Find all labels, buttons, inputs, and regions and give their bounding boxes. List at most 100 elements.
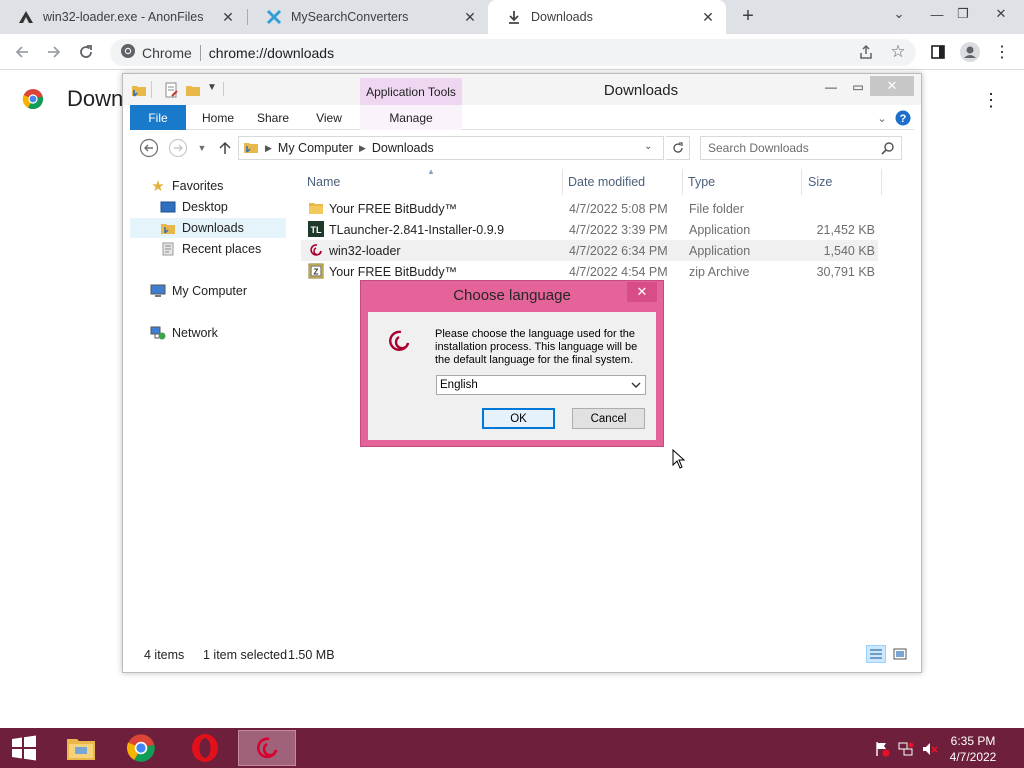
share-icon[interactable] <box>856 42 876 62</box>
status-selected: 1 item selected <box>203 648 288 662</box>
network-tray-icon[interactable] <box>898 741 914 757</box>
side-panel-icon[interactable] <box>928 42 948 62</box>
file-row[interactable]: Z Your FREE BitBuddy™ 4/7/2022 4:54 PM z… <box>301 261 878 282</box>
tab-downloads[interactable]: Downloads ✕ <box>488 0 726 34</box>
folder-icon <box>243 139 259 158</box>
omnibox-divider <box>199 44 201 61</box>
chevron-right-icon[interactable]: ▶ <box>359 143 366 154</box>
start-button[interactable] <box>0 730 48 766</box>
restore-button[interactable]: ❐ <box>948 0 978 28</box>
large-icons-view-icon[interactable] <box>890 645 910 663</box>
nav-desktop[interactable]: Desktop <box>160 197 286 217</box>
nav-downloads[interactable]: Downloads <box>130 218 286 238</box>
close-icon[interactable]: ✕ <box>700 9 716 25</box>
breadcrumb[interactable]: ▶ My Computer ▶ Downloads <box>238 136 664 160</box>
file-type: File folder <box>689 202 744 216</box>
column-divider <box>801 169 802 195</box>
volume-muted-icon[interactable] <box>922 741 938 757</box>
help-icon[interactable]: ? <box>895 110 911 126</box>
file-type: Application <box>689 244 751 258</box>
recent-locations-icon[interactable]: ▼ <box>191 137 213 159</box>
dialog-body: Please choose the language used for the … <box>368 312 656 440</box>
file-name: Your FREE BitBuddy™ <box>329 202 458 216</box>
file-row-selected[interactable]: win32-loader 4/7/2022 6:34 PM Applicatio… <box>301 240 878 261</box>
tab-view[interactable]: View <box>310 105 348 130</box>
downloads-menu-icon[interactable]: ⋮ <box>982 90 1000 110</box>
clock-time: 6:35 PM <box>950 734 996 748</box>
file-size: 1,540 KB <box>823 244 875 258</box>
opera-taskbar-icon[interactable] <box>176 730 234 766</box>
address-dropdown-icon[interactable]: ⌄ <box>644 141 652 152</box>
tab-home[interactable]: Home <box>196 105 240 130</box>
file-size: 21,452 KB <box>816 223 875 237</box>
forward-button[interactable] <box>42 40 66 64</box>
file-name: Your FREE BitBuddy™ <box>329 265 458 279</box>
new-tab-button[interactable]: + <box>737 5 759 27</box>
bookmark-star-icon[interactable]: ☆ <box>888 42 908 62</box>
search-input[interactable]: Search Downloads <box>700 136 902 160</box>
refresh-icon[interactable] <box>666 136 690 160</box>
chevron-right-icon[interactable]: ▶ <box>265 143 272 154</box>
file-date: 4/7/2022 4:54 PM <box>569 265 668 279</box>
nav-my-computer[interactable]: My Computer <box>150 281 286 301</box>
nav-favorites[interactable]: ★ Favorites <box>150 176 280 196</box>
action-center-flag-icon[interactable] <box>874 741 890 757</box>
tab-anonfiles[interactable]: win32-loader.exe - AnonFiles ✕ <box>0 0 246 34</box>
system-clock[interactable]: 6:35 PM 4/7/2022 <box>940 733 1006 765</box>
back-button[interactable] <box>138 137 160 159</box>
nav-recent-places[interactable]: Recent places <box>160 239 286 259</box>
breadcrumb-my-computer[interactable]: My Computer <box>278 141 353 155</box>
cancel-button[interactable]: Cancel <box>572 408 645 429</box>
file-name: win32-loader <box>329 244 401 258</box>
close-icon[interactable]: ✕ <box>220 9 236 25</box>
nav-network[interactable]: Network <box>150 323 286 343</box>
file-row[interactable]: Your FREE BitBuddy™ 4/7/2022 5:08 PM Fil… <box>301 198 878 219</box>
file-size: 30,791 KB <box>816 265 875 279</box>
language-select[interactable]: English <box>436 375 646 395</box>
recent-places-icon <box>160 241 176 257</box>
tab-manage[interactable]: Manage <box>360 105 462 130</box>
ok-button[interactable]: OK <box>482 408 555 429</box>
close-window-button[interactable]: ✕ <box>870 76 914 96</box>
details-view-icon[interactable] <box>866 645 886 663</box>
window-title: Downloads <box>603 82 679 99</box>
up-arrow-icon[interactable] <box>214 137 236 159</box>
chrome-taskbar-icon[interactable] <box>112 730 170 766</box>
anonfiles-icon <box>18 9 34 25</box>
tab-mysearchconverters[interactable]: MySearchConverters ✕ <box>248 0 488 34</box>
taskbar: 6:35 PM 4/7/2022 <box>0 728 1024 768</box>
column-name[interactable]: Name <box>307 169 557 195</box>
desktop-icon <box>160 199 176 215</box>
forward-button[interactable] <box>167 137 189 159</box>
chrome-menu-icon[interactable]: ⋮ <box>992 42 1012 62</box>
chevron-down-icon <box>631 380 641 393</box>
star-icon: ★ <box>151 178 165 195</box>
maximize-button[interactable]: ▭ <box>850 78 866 96</box>
tab-search-icon[interactable]: ⌄ <box>884 0 914 28</box>
ribbon-collapse-icon[interactable]: ⌄ <box>874 110 890 126</box>
minimize-button[interactable]: — <box>823 78 839 96</box>
dialog-close-button[interactable]: ✕ <box>627 282 657 302</box>
nav-label: My Computer <box>172 284 248 298</box>
tab-share[interactable]: Share <box>252 105 294 130</box>
column-date-modified[interactable]: Date modified <box>568 169 678 195</box>
tab-file[interactable]: File <box>130 105 186 130</box>
breadcrumb-downloads[interactable]: Downloads <box>372 141 434 155</box>
debian-installer-taskbar-icon[interactable] <box>238 730 296 766</box>
reload-button[interactable] <box>74 40 98 64</box>
column-type[interactable]: Type <box>688 169 798 195</box>
column-size[interactable]: Size <box>808 169 878 195</box>
file-type: Application <box>689 223 751 237</box>
address-bar[interactable]: Chrome chrome://downloads <box>110 39 916 66</box>
nav-label: Favorites <box>172 179 224 193</box>
status-bar: 4 items 1 item selected 1.50 MB <box>130 644 914 666</box>
close-icon[interactable]: ✕ <box>462 9 478 25</box>
profile-avatar[interactable] <box>960 42 980 62</box>
back-button[interactable] <box>10 40 34 64</box>
explorer-titlebar: ▼ Application Tools Downloads — ▭ ✕ <box>123 74 921 105</box>
close-window-button[interactable]: ✕ <box>986 0 1016 28</box>
file-row[interactable]: TL TLauncher-2.841-Installer-0.9.9 4/7/2… <box>301 219 878 240</box>
file-explorer-taskbar-icon[interactable] <box>52 730 110 766</box>
omnibox-url: chrome://downloads <box>208 44 335 61</box>
clock-date: 4/7/2022 <box>949 750 997 764</box>
